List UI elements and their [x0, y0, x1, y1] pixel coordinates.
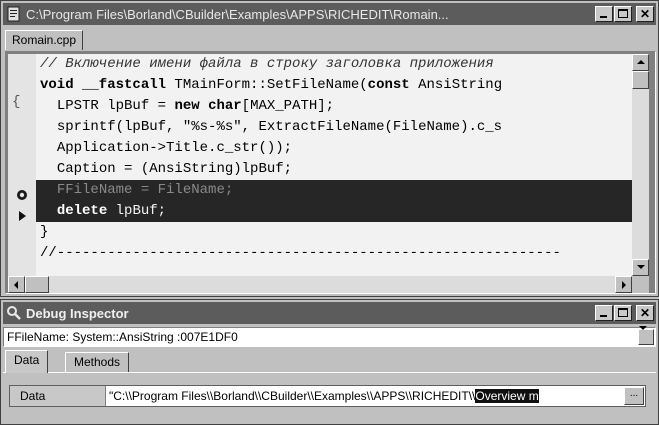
inspector-close-button[interactable]: ✕ — [636, 305, 654, 321]
code-line: Application->Title.c_str()); — [56, 140, 293, 156]
editor-maximize-button[interactable] — [614, 6, 632, 22]
inspected-expression: FFileName: System::AnsiString :007E1DF0 — [7, 330, 238, 344]
minimize-icon — [600, 16, 607, 18]
maximize-icon — [618, 308, 628, 317]
inspector-maximize-button[interactable] — [614, 305, 632, 321]
code-line: void __fastcall TMainForm::SetFileName(c… — [40, 77, 503, 93]
code-text-area[interactable]: // Включение имени файла в строку заголо… — [36, 54, 632, 276]
code-frame: { // Включение имени файла в строку заго… — [5, 51, 656, 294]
scroll-down-button[interactable] — [632, 259, 649, 276]
breakpoint-icon[interactable] — [16, 189, 28, 201]
code-line: LPSTR lpBuf = new char[MAX_PATH]; — [56, 98, 335, 114]
scroll-right-button[interactable] — [615, 276, 632, 293]
execution-arrow-icon — [19, 211, 26, 221]
code-line: } — [40, 224, 49, 240]
horizontal-scroll-thumb[interactable] — [25, 276, 49, 293]
scrollbar-corner — [632, 276, 649, 293]
data-row[interactable]: Data "C:\\Program Files\\Borland\\CBuild… — [9, 385, 646, 407]
close-icon: ✕ — [639, 306, 651, 320]
code-line: sprintf(lpBuf, "%s-%s", ExtractFileName(… — [56, 119, 503, 135]
editor-minimize-button[interactable] — [595, 6, 613, 22]
code-line: Caption = (AnsiString)lpBuf; — [56, 161, 293, 177]
arrow-left-icon — [14, 281, 18, 289]
code-line-breakpoint: FFileName = FileName; — [36, 180, 632, 201]
inspector-icon — [7, 306, 21, 320]
minimize-icon — [600, 315, 607, 317]
editor-gutter[interactable]: { — [8, 54, 36, 276]
inspector-title-bar[interactable]: Debug Inspector ✕ — [3, 302, 656, 324]
inspector-title: Debug Inspector — [26, 305, 129, 321]
scroll-left-button[interactable] — [8, 276, 25, 293]
arrow-down-icon — [637, 265, 645, 269]
arrow-up-icon — [637, 60, 645, 64]
code-line-execution-point: delete lpBuf; — [36, 201, 632, 222]
code-line: // Включение имени файла в строку заголо… — [40, 56, 494, 72]
editor-title-bar[interactable]: C:\Program Files\Borland\CBuilder\Exampl… — [3, 3, 656, 25]
editor-horizontal-scrollbar[interactable] — [8, 276, 632, 293]
data-row-value-selection: Overview m — [475, 389, 539, 403]
editor-vertical-scrollbar[interactable] — [632, 54, 649, 276]
data-row-value[interactable]: "C:\\Program Files\\Borland\\CBuilder\\E… — [109, 386, 621, 406]
chevron-down-icon — [639, 326, 647, 344]
code-line: //--------------------------------------… — [40, 245, 561, 261]
edit-value-button[interactable]: ... — [624, 387, 644, 405]
block-open-brace: { — [12, 94, 21, 110]
inspector-tabs: Data Methods — [3, 350, 656, 373]
editor-close-button[interactable]: ✕ — [636, 6, 654, 22]
scroll-up-button[interactable] — [632, 54, 649, 71]
inspector-minimize-button[interactable] — [595, 305, 613, 321]
vertical-scroll-thumb[interactable] — [632, 71, 649, 89]
borland-editor-icon — [7, 6, 20, 22]
tab-methods[interactable]: Methods — [65, 352, 130, 372]
combo-dropdown-button[interactable] — [638, 326, 654, 345]
inspected-expression-combo[interactable]: FFileName: System::AnsiString :007E1DF0 — [3, 326, 656, 347]
debug-inspector-window: Debug Inspector ✕ FFileName: System::Ans… — [0, 299, 659, 425]
tab-data[interactable]: Data — [5, 350, 49, 373]
editor-title: C:\Program Files\Borland\CBuilder\Exampl… — [26, 6, 449, 22]
tab-romain-cpp[interactable]: Romain.cpp — [5, 30, 84, 50]
data-row-label: Data — [10, 386, 106, 406]
maximize-icon — [618, 9, 628, 18]
editor-tab-strip: Romain.cpp — [3, 27, 656, 51]
arrow-right-icon — [622, 281, 626, 289]
data-tab-panel: Data "C:\\Program Files\\Borland\\CBuild… — [3, 372, 656, 422]
close-icon: ✕ — [639, 7, 651, 21]
code-editor-window: C:\Program Files\Borland\CBuilder\Exampl… — [0, 0, 659, 297]
